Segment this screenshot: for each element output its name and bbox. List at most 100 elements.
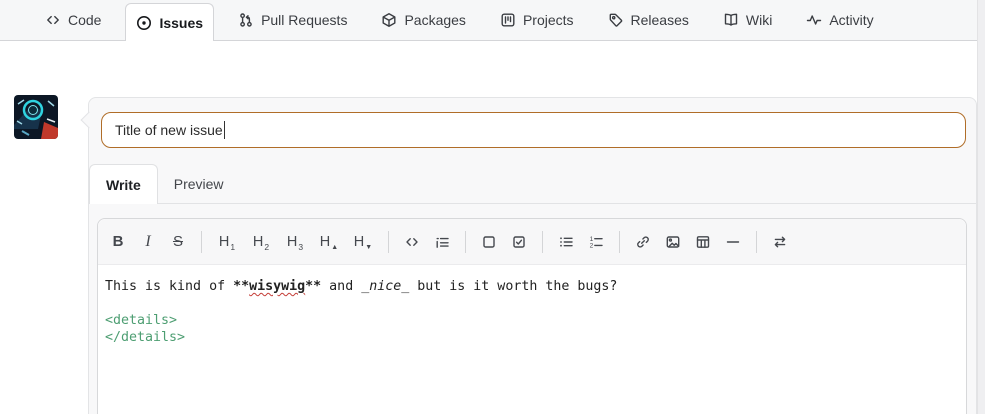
bold-marker: ** <box>233 279 250 294</box>
toolbar-separator <box>388 230 389 253</box>
nav-tab-releases[interactable]: Releases <box>598 0 699 40</box>
nav-tab-label: Pull Requests <box>261 12 348 28</box>
toolbar-switch-editor-button[interactable] <box>767 228 794 255</box>
image-icon <box>666 235 680 248</box>
toolbar-heading-increase-button[interactable]: H ▲ <box>314 228 345 255</box>
toolbar-strikethrough-button[interactable]: S <box>165 228 192 255</box>
tab-write[interactable]: Write <box>89 164 158 204</box>
toolbar-separator <box>756 230 757 253</box>
html-tag-line: <details> <box>105 313 178 328</box>
toolbar-italic-button[interactable]: I <box>135 228 162 255</box>
markdown-toolbar: B I S H1 H2 H3 H ▲ H ▼ 1 2 <box>98 219 966 265</box>
nav-tab-label: Activity <box>829 12 874 28</box>
tag-icon <box>609 13 622 27</box>
tab-preview[interactable]: Preview <box>158 164 240 203</box>
bullet-list-icon <box>560 236 573 247</box>
link-icon <box>637 235 649 248</box>
toolbar-bullet-list-button[interactable] <box>553 228 580 255</box>
triangle-up-icon: ▲ <box>331 243 339 251</box>
unchecked-checkbox-icon <box>483 235 495 248</box>
code-icon <box>406 237 418 246</box>
nav-tab-wiki[interactable]: Wiki <box>713 0 782 40</box>
toolbar-numbered-list-button[interactable]: 1 2 <box>583 228 610 255</box>
tab-write-label: Write <box>106 176 141 193</box>
nav-tab-label: Wiki <box>745 12 773 28</box>
editor-blank-line <box>105 295 959 312</box>
markdown-textarea[interactable]: This is kind of **wisywig** and _nice_ b… <box>98 265 966 414</box>
nav-tab-code[interactable]: Code <box>35 0 111 40</box>
editor-tab-bar: Write Preview <box>89 164 976 204</box>
issue-opened-icon <box>137 15 152 30</box>
new-issue-page: Title of new issue Write Preview B I S H… <box>0 41 985 414</box>
issue-title-input[interactable]: Title of new issue <box>101 112 966 148</box>
triangle-down-icon: ▼ <box>365 243 373 251</box>
toolbar-h3-button[interactable]: H3 <box>280 228 311 255</box>
h2-sub: 2 <box>264 241 270 252</box>
nav-tab-pull-requests[interactable]: Pull Requests <box>228 0 357 40</box>
toolbar-separator <box>201 230 202 253</box>
editor-line: This is kind of **wisywig** and _nice_ b… <box>105 278 959 295</box>
h-glyph: H <box>252 233 264 250</box>
new-issue-form: Title of new issue Write Preview B I S H… <box>80 97 977 414</box>
numbered-list-icon: 1 2 <box>590 235 603 249</box>
toolbar-quote-button[interactable] <box>429 228 456 255</box>
markdown-editor: B I S H1 H2 H3 H ▲ H ▼ 1 2 This is kind … <box>97 218 967 414</box>
toolbar-link-button[interactable] <box>630 228 657 255</box>
page-scrollbar[interactable] <box>977 0 985 414</box>
h-glyph: H <box>319 233 331 250</box>
nav-tab-label: Projects <box>522 12 574 28</box>
misspelled-word: wisywig <box>249 279 306 294</box>
checked-checkbox-icon <box>513 235 525 248</box>
svg-text:2: 2 <box>590 242 594 249</box>
toolbar-unchecked-checkbox-button[interactable] <box>476 228 503 255</box>
toolbar-separator <box>619 230 620 253</box>
bold-marker: ** <box>305 279 322 294</box>
nav-tab-issues[interactable]: Issues <box>125 3 215 41</box>
toolbar-code-button[interactable] <box>399 228 426 255</box>
toolbar-image-button[interactable] <box>660 228 687 255</box>
toolbar-heading-decrease-button[interactable]: H ▼ <box>348 228 379 255</box>
nav-tab-label: Packages <box>404 12 466 28</box>
avatar-image <box>14 95 58 139</box>
italic-text: _nice_ <box>361 279 410 294</box>
package-icon <box>382 13 396 27</box>
h-glyph: H <box>218 233 230 250</box>
table-icon <box>696 235 710 248</box>
h-glyph: H <box>286 233 298 250</box>
toolbar-separator <box>465 230 466 253</box>
pull-request-icon <box>240 13 252 27</box>
toolbar-separator <box>542 230 543 253</box>
text-plain: This is kind of <box>105 279 234 294</box>
toolbar-checked-checkbox-button[interactable] <box>506 228 533 255</box>
h3-sub: 3 <box>298 241 304 252</box>
code-icon <box>47 15 59 25</box>
toolbar-h2-button[interactable]: H2 <box>246 228 277 255</box>
h-glyph: H <box>353 233 365 250</box>
nav-tab-label: Releases <box>630 12 689 28</box>
toolbar-bold-button[interactable]: B <box>105 228 132 255</box>
toolbar-h1-button[interactable]: H1 <box>212 228 243 255</box>
nav-tab-label: Issues <box>159 14 204 31</box>
quote-icon <box>436 237 449 248</box>
nav-tab-packages[interactable]: Packages <box>371 0 475 40</box>
nav-tab-activity[interactable]: Activity <box>796 0 883 40</box>
pulse-icon <box>807 15 822 25</box>
switch-arrows-icon <box>774 236 786 247</box>
html-tag-line: </details> <box>105 330 186 345</box>
h1-sub: 1 <box>230 241 236 252</box>
horizontal-rule-icon <box>726 240 740 243</box>
toolbar-table-button[interactable] <box>690 228 717 255</box>
issue-title-value: Title of new issue <box>115 122 223 138</box>
repo-nav: Code Issues Pull Requests Packages Proje… <box>0 0 985 41</box>
nav-tab-label: Code <box>68 12 102 28</box>
title-row: Title of new issue <box>89 98 976 148</box>
tab-preview-label: Preview <box>173 175 224 192</box>
toolbar-horizontal-rule-button[interactable] <box>720 228 747 255</box>
text-plain: and <box>321 279 362 294</box>
book-icon <box>724 13 738 26</box>
text-plain: but is it worth the bugs? <box>409 279 618 294</box>
project-board-icon <box>501 13 515 27</box>
nav-tab-projects[interactable]: Projects <box>490 0 584 40</box>
user-avatar <box>14 95 58 139</box>
text-cursor <box>223 121 226 139</box>
